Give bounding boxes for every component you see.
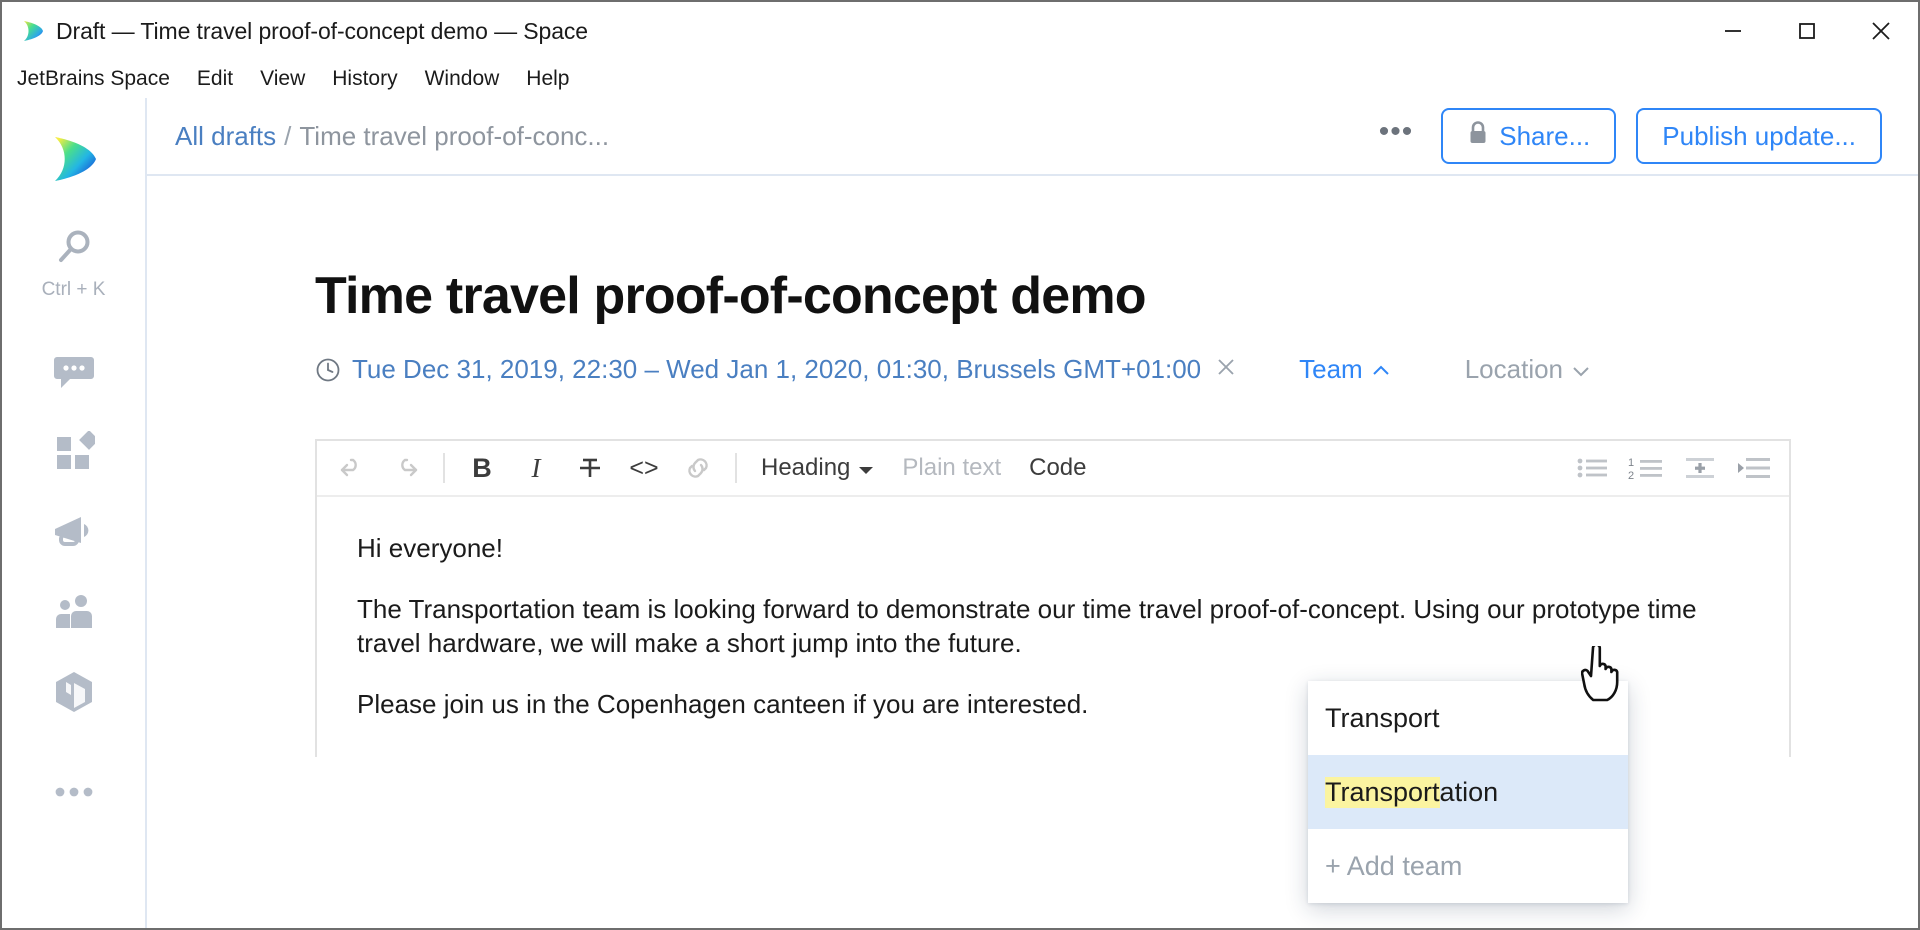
sidebar-search-shortcut: Ctrl + K <box>41 279 106 300</box>
breadcrumb-current: Time travel proof-of-conc... <box>299 120 610 151</box>
chevron-up-icon <box>1371 354 1391 385</box>
sidebar-space-logo-icon[interactable] <box>37 128 111 190</box>
application-window: Draft — Time travel proof-of-concept dem… <box>0 0 1920 930</box>
heading-dropdown-label: Heading <box>761 454 851 481</box>
team-option-match: Transport <box>1325 776 1440 808</box>
team-option-label: Transport <box>1325 702 1440 733</box>
sidebar-item-teams[interactable] <box>37 583 111 645</box>
window-title: Draft — Time travel proof-of-concept dem… <box>56 17 588 44</box>
clear-date-icon[interactable] <box>1215 354 1237 385</box>
undo-icon[interactable] <box>325 443 379 493</box>
inline-code-button[interactable]: <> <box>617 443 671 493</box>
sidebar-item-projects[interactable] <box>37 423 111 485</box>
top-bar-actions: ••• Share... Publish update... <box>1371 108 1882 164</box>
bold-button[interactable]: B <box>455 443 509 493</box>
editor-toolbar: B I <> Heading Plain text Code 1 2 <box>317 441 1789 497</box>
toolbar-divider <box>735 453 737 483</box>
body-area: Ctrl + K All drafts / Time travel proof-… <box>2 98 1918 928</box>
breadcrumb-all-drafts[interactable]: All drafts <box>175 121 276 152</box>
sidebar-item-chats[interactable] <box>37 343 111 405</box>
redo-icon[interactable] <box>379 443 433 493</box>
editor-paragraph: Hi everyone! <box>357 533 503 563</box>
window-controls <box>1696 2 1918 60</box>
toolbar-divider <box>443 453 445 483</box>
people-icon <box>52 592 96 637</box>
title-bar: Draft — Time travel proof-of-concept dem… <box>2 2 1918 60</box>
team-selector[interactable]: Team <box>1299 354 1391 385</box>
italic-button[interactable]: I <box>509 443 563 493</box>
cube-icon <box>52 669 96 720</box>
document-scroll-area[interactable]: Time travel proof-of-concept demo Tue De… <box>147 176 1918 928</box>
share-button-label: Share... <box>1499 120 1591 151</box>
document-content: Time travel proof-of-concept demo Tue De… <box>147 176 1918 757</box>
menu-item-view[interactable]: View <box>260 65 318 93</box>
more-options-button[interactable]: ••• <box>1371 117 1422 155</box>
close-icon[interactable] <box>1844 2 1918 60</box>
search-icon <box>52 226 96 275</box>
bullet-list-icon[interactable] <box>1565 443 1619 493</box>
menu-item-jetbrains-space[interactable]: JetBrains Space <box>17 65 183 93</box>
publish-update-button[interactable]: Publish update... <box>1636 108 1882 164</box>
publish-update-button-label: Publish update... <box>1662 120 1856 151</box>
team-option-rest: ation <box>1439 776 1499 807</box>
code-block-button[interactable]: Code <box>1015 443 1100 493</box>
chat-bubble-icon <box>53 353 95 396</box>
svg-text:2: 2 <box>1628 470 1634 482</box>
minimize-icon[interactable] <box>1696 2 1770 60</box>
breadcrumb-separator: / <box>284 120 292 151</box>
editor-paragraph: The Transportation team is looking forwa… <box>357 593 1697 659</box>
menu-item-history[interactable]: History <box>332 65 410 93</box>
insert-line-icon[interactable] <box>1673 443 1727 493</box>
share-button[interactable]: Share... <box>1441 108 1617 164</box>
top-bar: All drafts / Time travel proof-of-conc..… <box>147 98 1918 176</box>
page-title[interactable]: Time travel proof-of-concept demo <box>315 266 1918 326</box>
menu-item-window[interactable]: Window <box>425 65 513 93</box>
breadcrumb: All drafts / Time travel proof-of-conc..… <box>175 121 609 152</box>
numbered-list-icon[interactable]: 1 2 <box>1619 443 1673 493</box>
clock-icon <box>315 357 341 383</box>
chevron-down-icon <box>1571 354 1591 385</box>
sidebar-item-packages[interactable] <box>37 663 111 725</box>
add-team-label: + Add team <box>1325 850 1463 881</box>
location-selector[interactable]: Location <box>1465 354 1591 385</box>
sidebar-search[interactable]: Ctrl + K <box>41 226 106 301</box>
svg-text:1: 1 <box>1628 457 1634 469</box>
lock-icon <box>1467 120 1489 153</box>
chevron-down-icon <box>858 454 874 482</box>
space-logo-icon <box>20 18 46 44</box>
sidebar-rail: Ctrl + K <box>2 98 147 928</box>
megaphone-icon <box>51 512 97 557</box>
sidebar-item-more[interactable] <box>37 763 111 825</box>
blocks-icon <box>53 429 99 478</box>
outdent-icon[interactable] <box>1727 443 1781 493</box>
team-selector-label: Team <box>1299 354 1363 384</box>
add-team-button[interactable]: + Add team <box>1308 829 1628 903</box>
plain-text-button[interactable]: Plain text <box>888 443 1015 493</box>
main-panel: All drafts / Time travel proof-of-conc..… <box>147 98 1918 928</box>
location-selector-label: Location <box>1464 354 1564 384</box>
document-meta-row: Tue Dec 31, 2019, 22:30 – Wed Jan 1, 202… <box>315 354 1918 385</box>
heading-dropdown[interactable]: Heading <box>747 443 888 493</box>
more-dots-icon <box>53 785 95 804</box>
team-dropdown-popup: Transport Transport ation + Add team <box>1308 681 1628 903</box>
strikethrough-button[interactable] <box>563 443 617 493</box>
menu-item-help[interactable]: Help <box>526 65 582 93</box>
menu-bar: JetBrains Space Edit View History Window… <box>2 60 1918 98</box>
sidebar-item-blog[interactable] <box>37 503 111 565</box>
team-option-transportation[interactable]: Transport ation <box>1308 755 1628 829</box>
menu-item-edit[interactable]: Edit <box>197 65 246 93</box>
link-icon[interactable] <box>671 443 725 493</box>
maximize-icon[interactable] <box>1770 2 1844 60</box>
event-date-range[interactable]: Tue Dec 31, 2019, 22:30 – Wed Jan 1, 202… <box>352 354 1201 385</box>
team-option-transport[interactable]: Transport <box>1308 681 1628 755</box>
